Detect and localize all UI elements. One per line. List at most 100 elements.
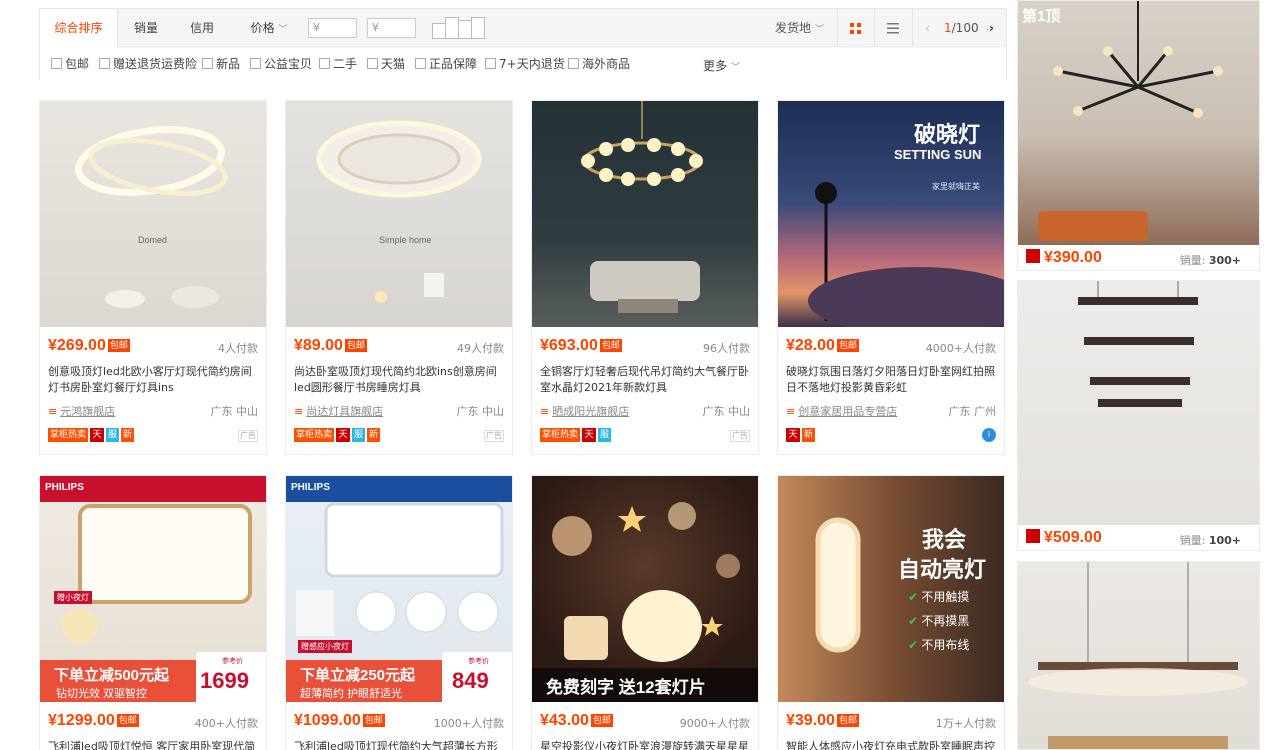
chevron-down-icon: ﹀ — [814, 25, 824, 35]
free-shipping-tag: 包邮 — [599, 339, 622, 352]
product-image[interactable]: 破晓灯 SETTING SUN 家里就嗨正美 — [778, 101, 1004, 327]
product-card[interactable]: PHILIPS 赠小夜灯 下单立减500元起 钻切光效 双驱智控 参考价 169… — [39, 475, 267, 750]
checkbox-7day-return[interactable]: 7+天内退货 — [485, 57, 565, 73]
checkbox-overseas[interactable]: 海外商品 — [568, 57, 630, 73]
pendant-lamp-illustration — [1078, 281, 1198, 407]
rank-badge: 第1顶 — [1022, 8, 1061, 25]
brand-text: Domed — [138, 235, 168, 245]
side-recommend-card[interactable]: 第1顶 ¥390.00 销量: 300+ — [1017, 0, 1260, 271]
product-image[interactable]: Domed — [40, 101, 266, 327]
shop-link[interactable]: 创意家居用品专营店 — [786, 403, 897, 419]
grid-view-button[interactable] — [837, 9, 873, 47]
ref-price: 1699 — [200, 668, 249, 693]
product-image[interactable]: 我会 自动亮灯 ✔ 不用触摸 ✔ 不再摸黑 ✔ 不用布线 — [778, 476, 1004, 702]
linear-pendant-illustration — [1028, 562, 1248, 749]
ad-tagline: 家里就嗨正美 — [932, 182, 980, 191]
product-image[interactable]: Simple home — [286, 101, 512, 327]
location: 广东 中山 — [702, 405, 751, 418]
free-shipping-tag: 包邮 — [344, 339, 367, 352]
product-card[interactable]: 破晓灯 SETTING SUN 家里就嗨正美 ¥28.00 包邮 4000+人付款 … — [777, 100, 1005, 455]
filter-checkbox-row: 包邮 赠送退货运费险 新品 公益宝贝 二手 天猫 正品保障 7+天内退货 海外商… — [40, 48, 1006, 80]
shop-link[interactable]: 晒成阳光旗舰店 — [540, 403, 629, 419]
chandelier-illustration — [581, 101, 703, 313]
checkbox-free-shipping[interactable]: 包邮 — [51, 57, 89, 73]
location: 广东 广州 — [948, 405, 997, 418]
checkbox-genuine[interactable]: 正品保障 — [415, 57, 477, 73]
price: ¥390.00 — [1026, 249, 1102, 267]
tmall-badge: 天 — [90, 428, 105, 442]
checkbox-new[interactable]: 新品 — [202, 57, 240, 73]
price: ¥28.00 包邮 — [786, 337, 859, 354]
product-card[interactable]: PHILIPS 赠感应小夜灯 下单立减250元起 超薄简约 护眼舒适光 参考价 … — [285, 475, 513, 750]
shop-link[interactable]: 元鸿旗舰店 — [48, 403, 115, 419]
price: ¥693.00 包邮 — [540, 337, 622, 354]
sort-tab-default[interactable]: 综合排序 — [40, 9, 118, 48]
tmall-badge: 天 — [582, 428, 597, 442]
sort-tab-sales[interactable]: 销量 — [120, 9, 172, 47]
product-card[interactable]: ¥693.00 包邮 96人付款 全铜客厅灯轻奢后现代吊灯简约大气餐厅卧室水晶灯20… — [531, 100, 759, 455]
side-recommend-card[interactable] — [1017, 561, 1260, 750]
product-image[interactable] — [532, 101, 758, 327]
product-title[interactable]: 智能人体感应小夜灯充电式款卧室睡眠声控 — [786, 739, 996, 750]
hot-badge: 掌柜热卖 — [540, 428, 581, 442]
sort-tab-price[interactable]: 价格 ﹀ — [236, 9, 302, 47]
product-image[interactable]: 免费刻字 送12套灯片 — [532, 476, 758, 702]
product-title[interactable]: 飞利浦led吸顶灯悦恒 客厅家用卧室现代简 — [48, 739, 258, 750]
more-filters-button[interactable]: 更多 ﹀ — [703, 57, 740, 74]
deal-count: 96人付款 — [703, 342, 750, 355]
deal-count: 400+人付款 — [194, 717, 258, 730]
product-card[interactable]: Simple home ¥89.00 包邮 49人付款 尚达卧室吸顶灯现代简约北欧i… — [285, 100, 513, 455]
badge-row: 掌柜热卖天服 广告 — [540, 428, 750, 444]
product-title[interactable]: 星空投影仪小夜灯卧室浪漫旋转满天星星星 — [540, 739, 750, 750]
product-title[interactable]: 尚达卧室吸顶灯现代简约北欧ins创意房间led圆形餐厅书房睡房灯具 — [294, 364, 504, 398]
sort-tab-credit[interactable]: 信用 — [176, 9, 228, 47]
pager: ‹ 1/100 › — [912, 9, 1006, 47]
pager-prev-icon[interactable]: ‹ — [925, 9, 930, 47]
price: ¥39.00 包邮 — [786, 712, 859, 729]
checkbox-return-insurance[interactable]: 赠送退货运费险 — [99, 57, 197, 73]
product-title[interactable]: 创意吸顶灯led北欧小客厅灯现代简约房间灯书房卧室灯餐厅灯具ins — [48, 364, 258, 398]
product-image[interactable]: PHILIPS 赠感应小夜灯 下单立减250元起 超薄简约 护眼舒适光 参考价 … — [286, 476, 512, 702]
night-light-illustration — [815, 517, 861, 653]
info-icon[interactable]: i — [982, 428, 996, 442]
checkbox-secondhand[interactable]: 二手 — [319, 57, 357, 73]
tmall-badge: 天 — [786, 428, 800, 442]
ceiling-lamp-illustration — [316, 120, 482, 303]
list-view-button[interactable] — [874, 9, 910, 47]
side-recommend-card[interactable]: ¥509.00 销量: 100+ — [1017, 280, 1260, 551]
checkbox-charity[interactable]: 公益宝贝 — [250, 57, 312, 73]
feature-3: ✔ 不用布线 — [908, 638, 970, 652]
feature-2: ✔ 不再摸黑 — [908, 614, 970, 628]
ref-price-label: 参考价 — [468, 658, 489, 665]
brand-text: Simple home — [379, 235, 432, 245]
deal-count: 4人付款 — [218, 342, 258, 355]
product-image[interactable] — [1018, 281, 1259, 525]
ad-label: 广告 — [730, 430, 750, 442]
shop-link[interactable]: 尚达灯具旗舰店 — [294, 403, 383, 419]
ship-from-dropdown[interactable]: 发货地 ﹀ — [775, 9, 824, 47]
price: ¥43.00 包邮 — [540, 712, 613, 729]
product-image[interactable]: PHILIPS 赠小夜灯 下单立减500元起 钻切光效 双驱智控 参考价 169… — [40, 476, 266, 702]
price-max-input[interactable]: ¥ — [367, 18, 416, 38]
price-range-histogram[interactable] — [432, 17, 487, 39]
product-title[interactable]: 飞利浦led吸顶灯现代简约大气超薄长方形 — [294, 739, 504, 750]
more-label: 更多 — [703, 59, 728, 73]
product-card[interactable]: Domed ¥269.00 包邮 4人付款 创意吸顶灯led北欧小客厅灯现代简约房间… — [39, 100, 267, 455]
product-title[interactable]: 破晓灯氛围日落灯夕阳落日灯卧室网红拍照日不落地灯投影黄昏彩虹 — [786, 364, 996, 398]
new-badge: 新 — [367, 428, 381, 442]
product-image[interactable]: 第1顶 — [1018, 1, 1259, 245]
product-card[interactable]: 我会 自动亮灯 ✔ 不用触摸 ✔ 不再摸黑 ✔ 不用布线 ¥39.00 包邮 1万+… — [777, 475, 1005, 750]
sales: 销量: 300+ — [1179, 254, 1241, 267]
list-icon — [886, 22, 899, 33]
pager-next-icon[interactable]: › — [989, 9, 994, 47]
pager-current: 1 — [944, 21, 952, 35]
checkbox-tmall[interactable]: 天猫 — [367, 57, 405, 73]
free-shipping-tag: 包邮 — [590, 714, 613, 727]
ceiling-lamp-illustration — [75, 126, 228, 308]
product-card[interactable]: 免费刻字 送12套灯片 ¥43.00 包邮 9000+人付款 星空投影仪小夜灯卧室浪… — [531, 475, 759, 750]
product-image[interactable] — [1018, 562, 1259, 749]
deal-count: 1000+人付款 — [433, 717, 504, 730]
price-min-input[interactable]: ¥ — [308, 18, 357, 38]
product-title[interactable]: 全铜客厅灯轻奢后现代吊灯简约大气餐厅卧室水晶灯2021年新款灯具 — [540, 364, 750, 398]
price: ¥89.00 包邮 — [294, 337, 367, 354]
